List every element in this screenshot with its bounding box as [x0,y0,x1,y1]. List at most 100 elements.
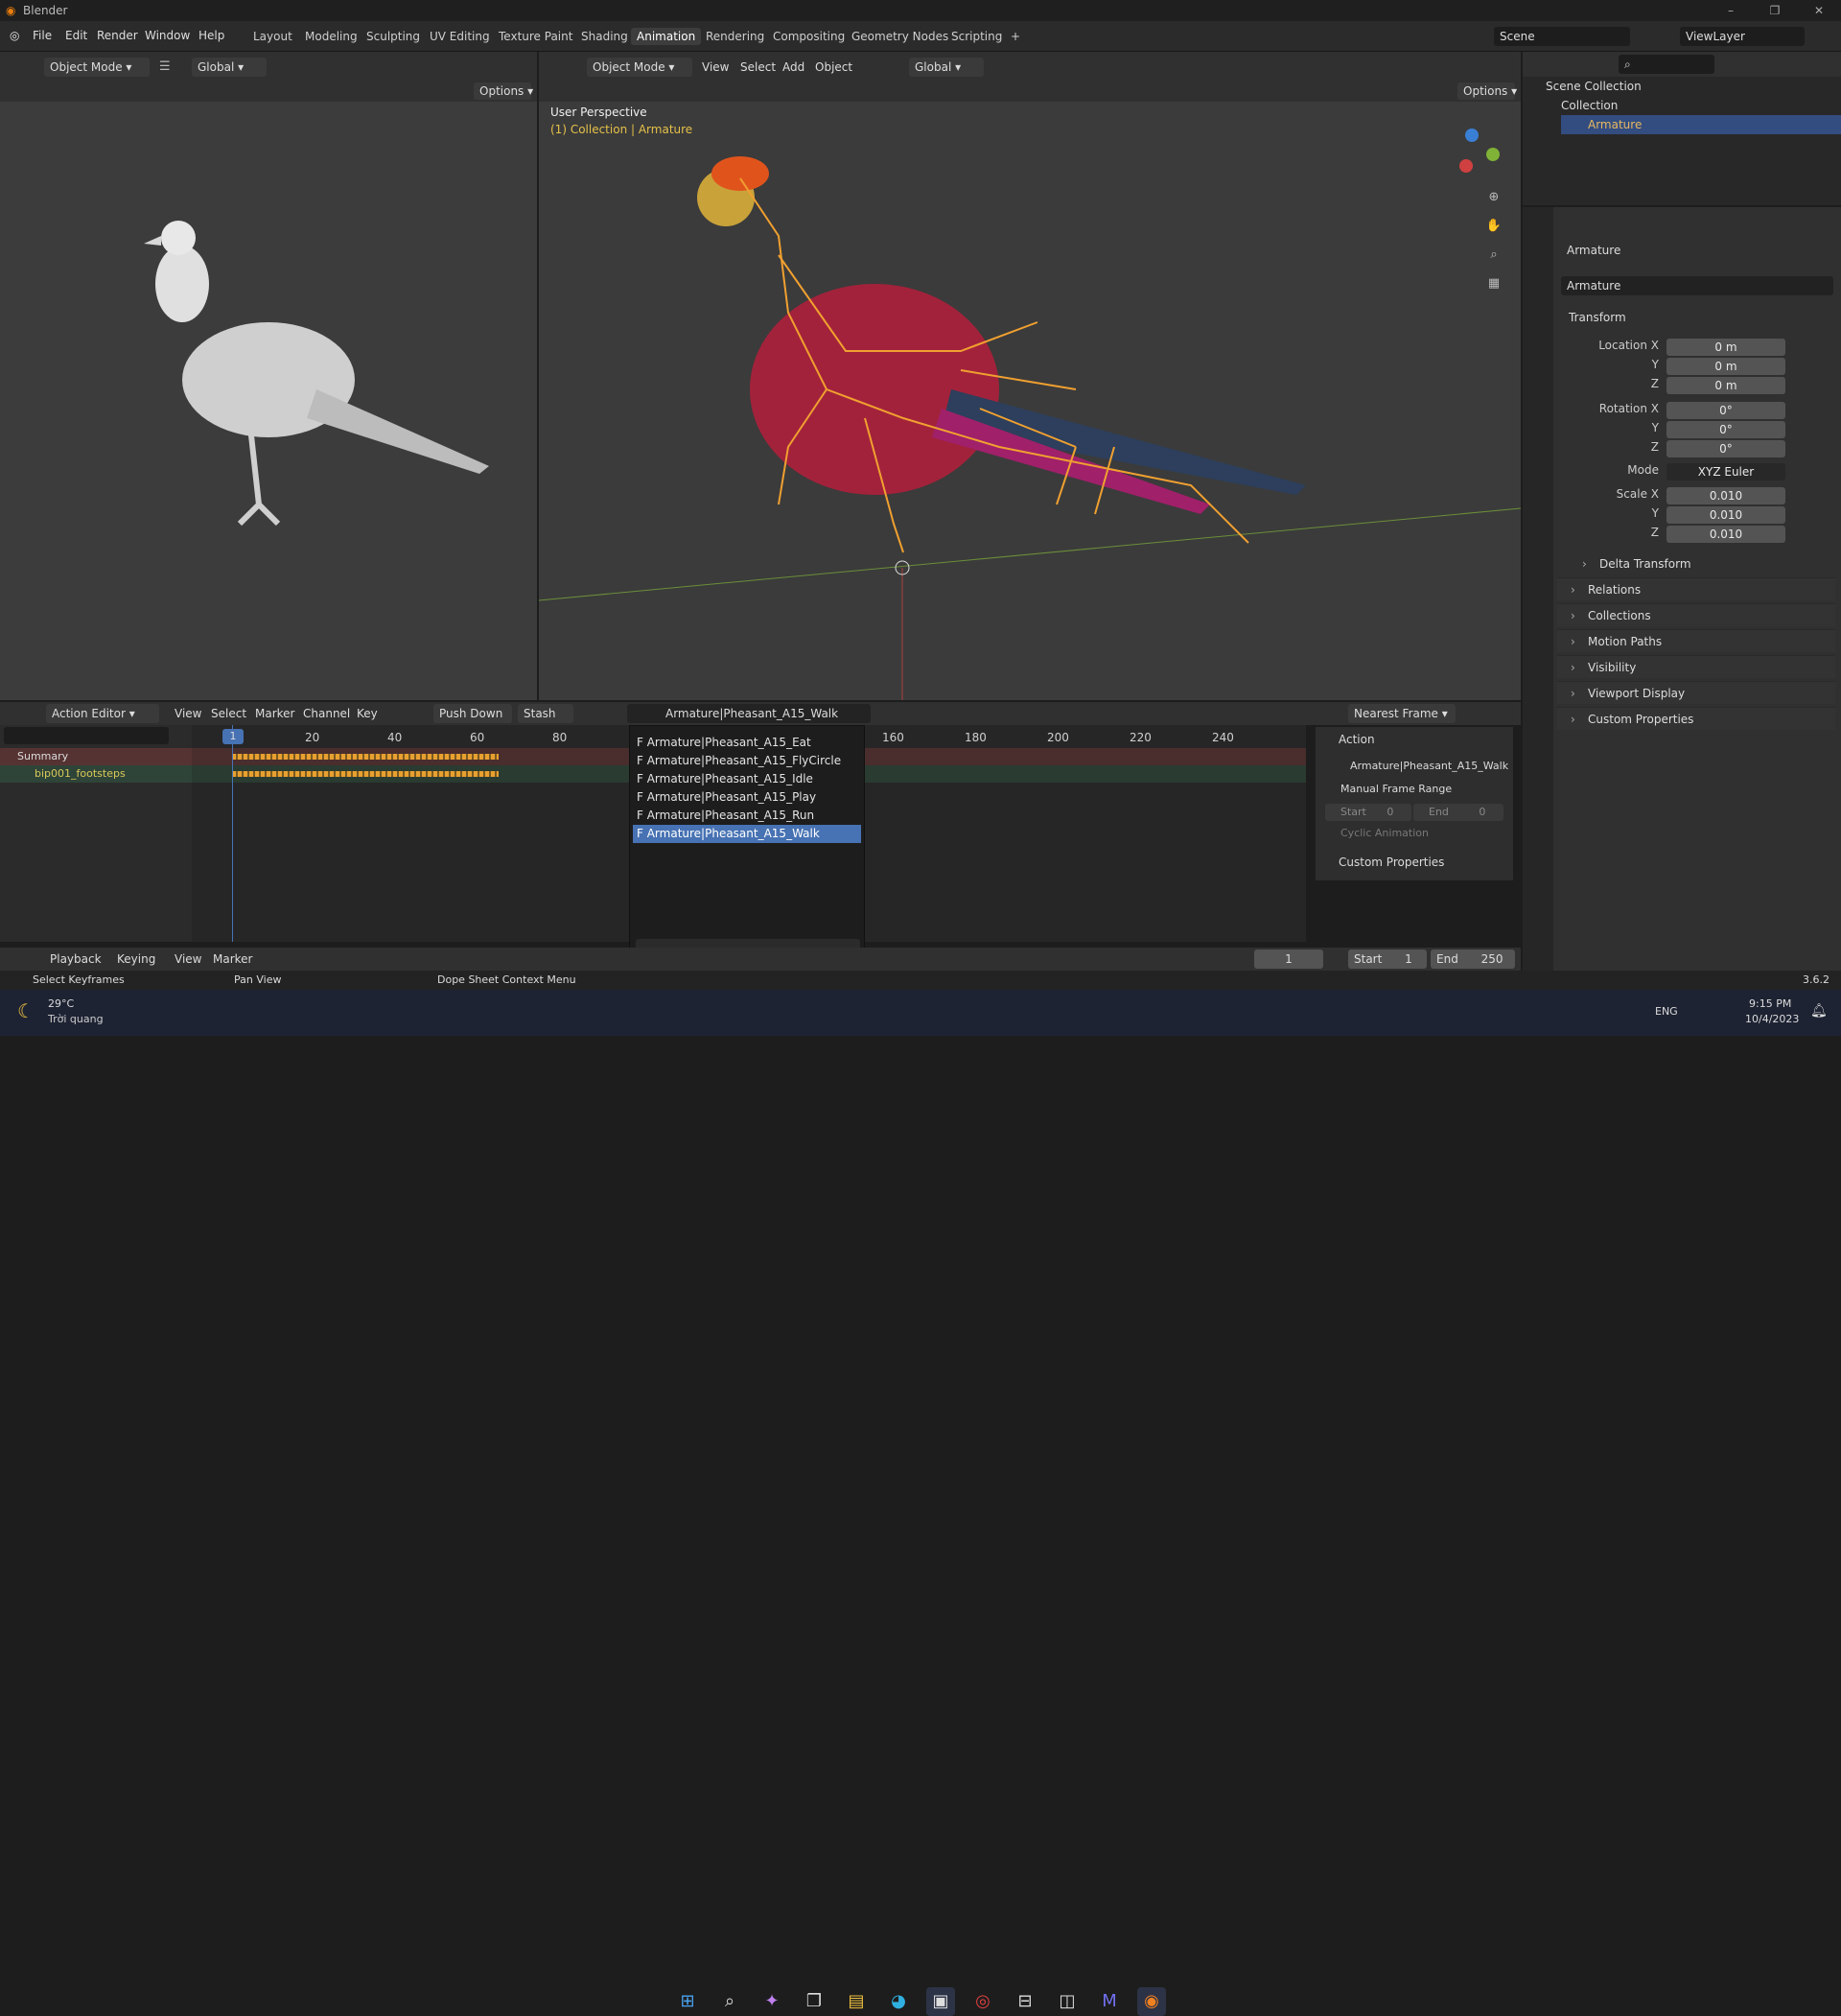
keying-menu[interactable]: Keying [111,949,161,969]
menu-edit[interactable]: Edit [65,29,87,42]
notification-bell-icon[interactable]: 🔔︎ [1810,1003,1828,1019]
scale-z-field[interactable]: 0.010 [1666,526,1785,543]
rotation-z-field[interactable]: 0° [1666,440,1785,457]
armature-row[interactable]: Armature [1561,115,1841,134]
view-menu[interactable]: View [696,58,734,77]
range-start-field[interactable]: Start 0 [1325,804,1411,821]
visibility-panel[interactable]: › Visibility [1557,655,1835,678]
scene-collection-row[interactable]: Scene Collection [1546,77,1642,96]
gizmo-y-icon[interactable] [1486,148,1500,161]
left-viewport[interactable] [0,102,537,700]
add-menu[interactable]: Add [777,58,810,77]
cyclic-animation-checkbox[interactable]: Cyclic Animation [1340,827,1429,839]
close-icon[interactable]: ✕ [1797,0,1841,21]
action-item-run[interactable]: F Armature|Pheasant_A15_Run [633,807,861,825]
footsteps-channel[interactable]: bip001_footsteps [0,765,192,783]
viewlayer-selector[interactable]: ViewLayer [1680,27,1805,46]
action-item-flycircle[interactable]: F Armature|Pheasant_A15_FlyCircle [633,752,861,770]
tl-view-menu[interactable]: View [169,949,207,969]
action-custom-properties[interactable]: Custom Properties [1339,856,1444,869]
photos-icon[interactable]: ◫ [1053,1987,1082,2016]
maximize-icon[interactable]: ❐ [1753,0,1797,21]
tab-shading[interactable]: Shading [575,28,634,45]
collection-row[interactable]: Collection [1561,96,1618,115]
ae-channel-menu[interactable]: Channel [297,704,356,723]
end-frame-field[interactable]: End 250 [1431,949,1515,969]
outliner-search-input[interactable]: ⌕ [1619,55,1714,74]
transform-panel-header[interactable]: Transform [1569,311,1626,324]
menu-render[interactable]: Render [97,29,138,42]
action-item-play[interactable]: F Armature|Pheasant_A15_Play [633,788,861,807]
file-explorer-icon[interactable]: ▤ [842,1987,871,2016]
main-options-button[interactable]: Options ▾ [1457,82,1517,100]
clock-date[interactable]: 10/4/2023 [1745,1013,1799,1025]
playhead-line[interactable] [232,725,233,942]
location-z-field[interactable]: 0 m [1666,377,1785,394]
app-m-icon[interactable]: M [1095,1987,1124,2016]
blender-taskbar-icon[interactable]: ◉ [1137,1987,1166,2016]
range-end-field[interactable]: End 0 [1413,804,1503,821]
blender-menu-icon[interactable]: ◎ [10,29,19,42]
tab-layout[interactable]: Layout [247,28,298,45]
ae-key-menu[interactable]: Key [351,704,384,723]
tab-uv-editing[interactable]: UV Editing [424,28,496,45]
delta-transform-panel[interactable]: › Delta Transform [1569,552,1818,575]
main-viewport[interactable]: User Perspective (1) Collection | Armatu… [538,102,1522,700]
search-icon[interactable]: ⌕ [715,1987,744,2016]
manual-frame-range-checkbox[interactable]: Manual Frame Range [1340,783,1452,795]
editor-type-dropdown[interactable]: Action Editor ▾ [46,704,159,723]
tab-geometry-nodes[interactable]: Geometry Nodes [846,28,954,45]
rotation-y-field[interactable]: 0° [1666,421,1785,438]
tl-marker-menu[interactable]: Marker [207,949,258,969]
object-menu[interactable]: Object [809,58,858,77]
grid-icon[interactable]: ▦ [1484,274,1503,293]
main-orientation-dropdown[interactable]: Global ▾ [909,58,984,77]
select-menu[interactable]: Select [734,58,781,77]
current-frame-field[interactable]: 1 [1254,949,1323,969]
menu-window[interactable]: Window [145,29,190,42]
camera-icon[interactable]: ⌕ [1484,246,1503,265]
left-orientation-dropdown[interactable]: Global ▾ [192,58,267,77]
zoom-icon[interactable]: ⊕ [1484,188,1503,207]
add-workspace-icon[interactable]: + [1005,28,1026,45]
viewport-display-panel[interactable]: › Viewport Display [1557,681,1835,704]
scale-x-field[interactable]: 0.010 [1666,487,1785,504]
menu-file[interactable]: File [33,29,52,42]
edge-icon[interactable]: ◕ [884,1987,913,2016]
custom-properties-panel[interactable]: › Custom Properties [1557,707,1835,730]
ae-select-menu[interactable]: Select [205,704,252,723]
store-icon[interactable]: ⊟ [1011,1987,1039,2016]
tab-sculpting[interactable]: Sculpting [361,28,426,45]
relations-panel[interactable]: › Relations [1557,577,1835,600]
language-indicator[interactable]: ENG [1655,1005,1678,1018]
action-selector[interactable]: Armature|Pheasant_A15_Walk [627,704,871,723]
tab-texture-paint[interactable]: Texture Paint [493,28,578,45]
playback-menu[interactable]: Playback [44,949,107,969]
app-icon[interactable]: ▣ [926,1987,955,2016]
footsteps-keyframes[interactable] [232,771,499,777]
motion-paths-panel[interactable]: › Motion Paths [1557,629,1835,652]
stash-button[interactable]: Stash [518,704,573,723]
tab-compositing[interactable]: Compositing [767,28,851,45]
start-menu-icon[interactable]: ⊞ [673,1987,702,2016]
snap-dropdown[interactable]: Nearest Frame ▾ [1348,704,1456,723]
summary-keyframes[interactable] [232,754,499,760]
ae-view-menu[interactable]: View [169,704,207,723]
channel-search-input[interactable] [4,727,169,744]
clock-time[interactable]: 9:15 PM [1749,997,1791,1010]
action-item-eat[interactable]: F Armature|Pheasant_A15_Eat [633,734,861,752]
collections-panel[interactable]: › Collections [1557,603,1835,626]
tab-scripting[interactable]: Scripting [945,28,1008,45]
task-view-icon[interactable]: ❐ [800,1987,828,2016]
location-y-field[interactable]: 0 m [1666,358,1785,375]
summary-channel[interactable]: Summary [0,748,192,765]
gizmo-x-icon[interactable] [1459,159,1473,173]
chrome-icon[interactable]: ◎ [968,1987,997,2016]
tab-modeling[interactable]: Modeling [299,28,363,45]
left-options-button[interactable]: Options ▾ [474,82,533,100]
scene-selector[interactable]: Scene [1494,27,1630,46]
minimize-icon[interactable]: – [1709,0,1753,21]
push-down-button[interactable]: Push Down [433,704,512,723]
current-frame-indicator[interactable]: 1 [222,729,244,744]
location-x-field[interactable]: 0 m [1666,339,1785,356]
